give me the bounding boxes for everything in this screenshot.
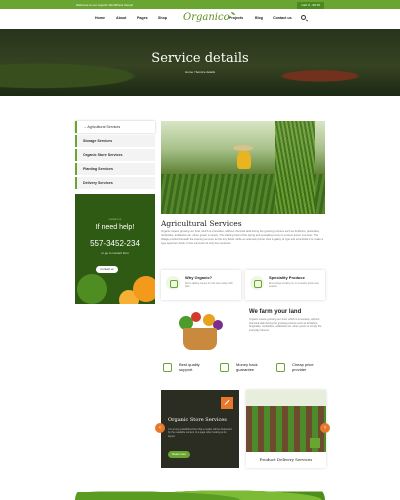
feature-title: Why Organic?: [185, 275, 213, 280]
search-icon[interactable]: [301, 15, 306, 20]
farmer-graphic: [237, 151, 251, 169]
nav-item-projects[interactable]: Projects: [229, 16, 243, 20]
service-link-agricultural[interactable]: → Agricultural Services: [75, 121, 155, 133]
top-bar: Welcome to our organic WordPress theme! …: [0, 0, 400, 9]
farm-text: Organic means growing our food, which is…: [249, 318, 322, 332]
page-hero: Service details Home / Service details: [0, 29, 400, 96]
sprout-icon: [166, 276, 180, 290]
nav-item-shop[interactable]: Shop: [158, 16, 167, 20]
feature-title: Speciality Produce: [269, 275, 305, 280]
sky-graphic: [246, 390, 326, 406]
leaf-icon: [230, 12, 235, 15]
footer-leaves-graphic: [75, 485, 325, 500]
leaf-badge-icon: [221, 397, 233, 409]
basket-graphic: [183, 328, 217, 350]
service-card-delivery[interactable]: Product Delivery Services: [246, 390, 326, 468]
card-title: Organic Store Services: [168, 417, 227, 423]
help-tag: contact us: [108, 217, 122, 221]
main-nav: Home About Pages Shop Organico Projects …: [0, 9, 400, 29]
tomato-graphic: [191, 312, 201, 322]
perk-label: Money back guarantee: [236, 362, 258, 372]
service-link-label: Organic Store Services: [83, 153, 123, 157]
help-phone[interactable]: 557-3452-234: [75, 239, 155, 248]
service-link-label: → Agricultural Services: [83, 125, 121, 129]
nav-item-about[interactable]: About: [116, 16, 126, 20]
welcome-text: Welcome to our organic WordPress theme!: [76, 3, 134, 7]
farm-title: We farm your land: [249, 309, 302, 315]
page-title: Service details: [151, 51, 249, 66]
produce-icon: [250, 276, 264, 290]
crops-graphic: [275, 121, 315, 214]
read-more-button[interactable]: Read more: [168, 451, 190, 458]
help-subtext: or go to contact form: [101, 251, 129, 255]
help-title: If need help!: [95, 224, 135, 231]
orange-image: [133, 276, 155, 302]
service-link-label: Planting Services: [83, 167, 113, 171]
price-tag-icon: [276, 363, 285, 372]
services-list: → Agricultural Services Storage Services…: [75, 121, 155, 191]
leaf-decoration: [77, 274, 107, 304]
help-box: contact us If need help! 557-3452-234 or…: [75, 194, 155, 304]
logo[interactable]: Organico: [183, 12, 235, 23]
nav-item-home[interactable]: Home: [95, 16, 105, 20]
perk-cheap-price: Cheap price provider: [276, 360, 326, 376]
service-description: Organic means growing our food, which is…: [161, 230, 323, 245]
nav-item-blog[interactable]: Blog: [255, 16, 263, 20]
feature-speciality-produce: Speciality Produce Encourage working on …: [245, 270, 325, 300]
service-link-label: Storage Services: [83, 139, 113, 143]
perk-money-back: Money back guarantee: [220, 360, 270, 376]
feature-desc: We're talking issues for soil care today…: [185, 282, 233, 289]
carousel-prev-button[interactable]: ‹: [155, 423, 165, 433]
card-text: It is a long established fact that a rea…: [168, 428, 232, 438]
card-title: Product Delivery Services: [259, 457, 313, 462]
contact-button[interactable]: Contact us: [96, 266, 118, 273]
perk-label: Cheap price provider: [292, 362, 314, 372]
perk-label: Best quality support: [179, 362, 200, 372]
leaf-badge-icon: [310, 438, 320, 448]
service-link-organic-store[interactable]: Organic Store Services: [75, 149, 155, 161]
service-hero-image: [161, 121, 325, 214]
service-link-delivery[interactable]: Delivery Services: [75, 177, 155, 189]
carousel-next-button[interactable]: ›: [320, 423, 330, 433]
logo-text: Organico: [183, 12, 230, 23]
breadcrumb[interactable]: Home / Service details: [0, 70, 400, 74]
perk-quality: Best quality support: [163, 360, 213, 376]
service-title: Agricultural Services: [161, 219, 242, 228]
money-icon: [220, 363, 229, 372]
support-icon: [163, 363, 172, 372]
feature-desc: Encourage working on or a weekly basis w…: [269, 282, 319, 289]
service-link-storage[interactable]: Storage Services: [75, 135, 155, 147]
feature-why-organic: Why Organic? We're talking issues for so…: [161, 270, 241, 300]
service-link-planting[interactable]: Planting Services: [75, 163, 155, 175]
service-link-label: Delivery Services: [83, 181, 113, 185]
call-button[interactable]: Call: 0 - 90 45: [297, 1, 324, 9]
vegetables-image: [161, 306, 241, 354]
nav-item-contact[interactable]: Contact us: [273, 16, 292, 20]
nav-item-pages[interactable]: Pages: [137, 16, 148, 20]
service-card-organic-store[interactable]: Organic Store Services It is a long esta…: [161, 390, 239, 468]
